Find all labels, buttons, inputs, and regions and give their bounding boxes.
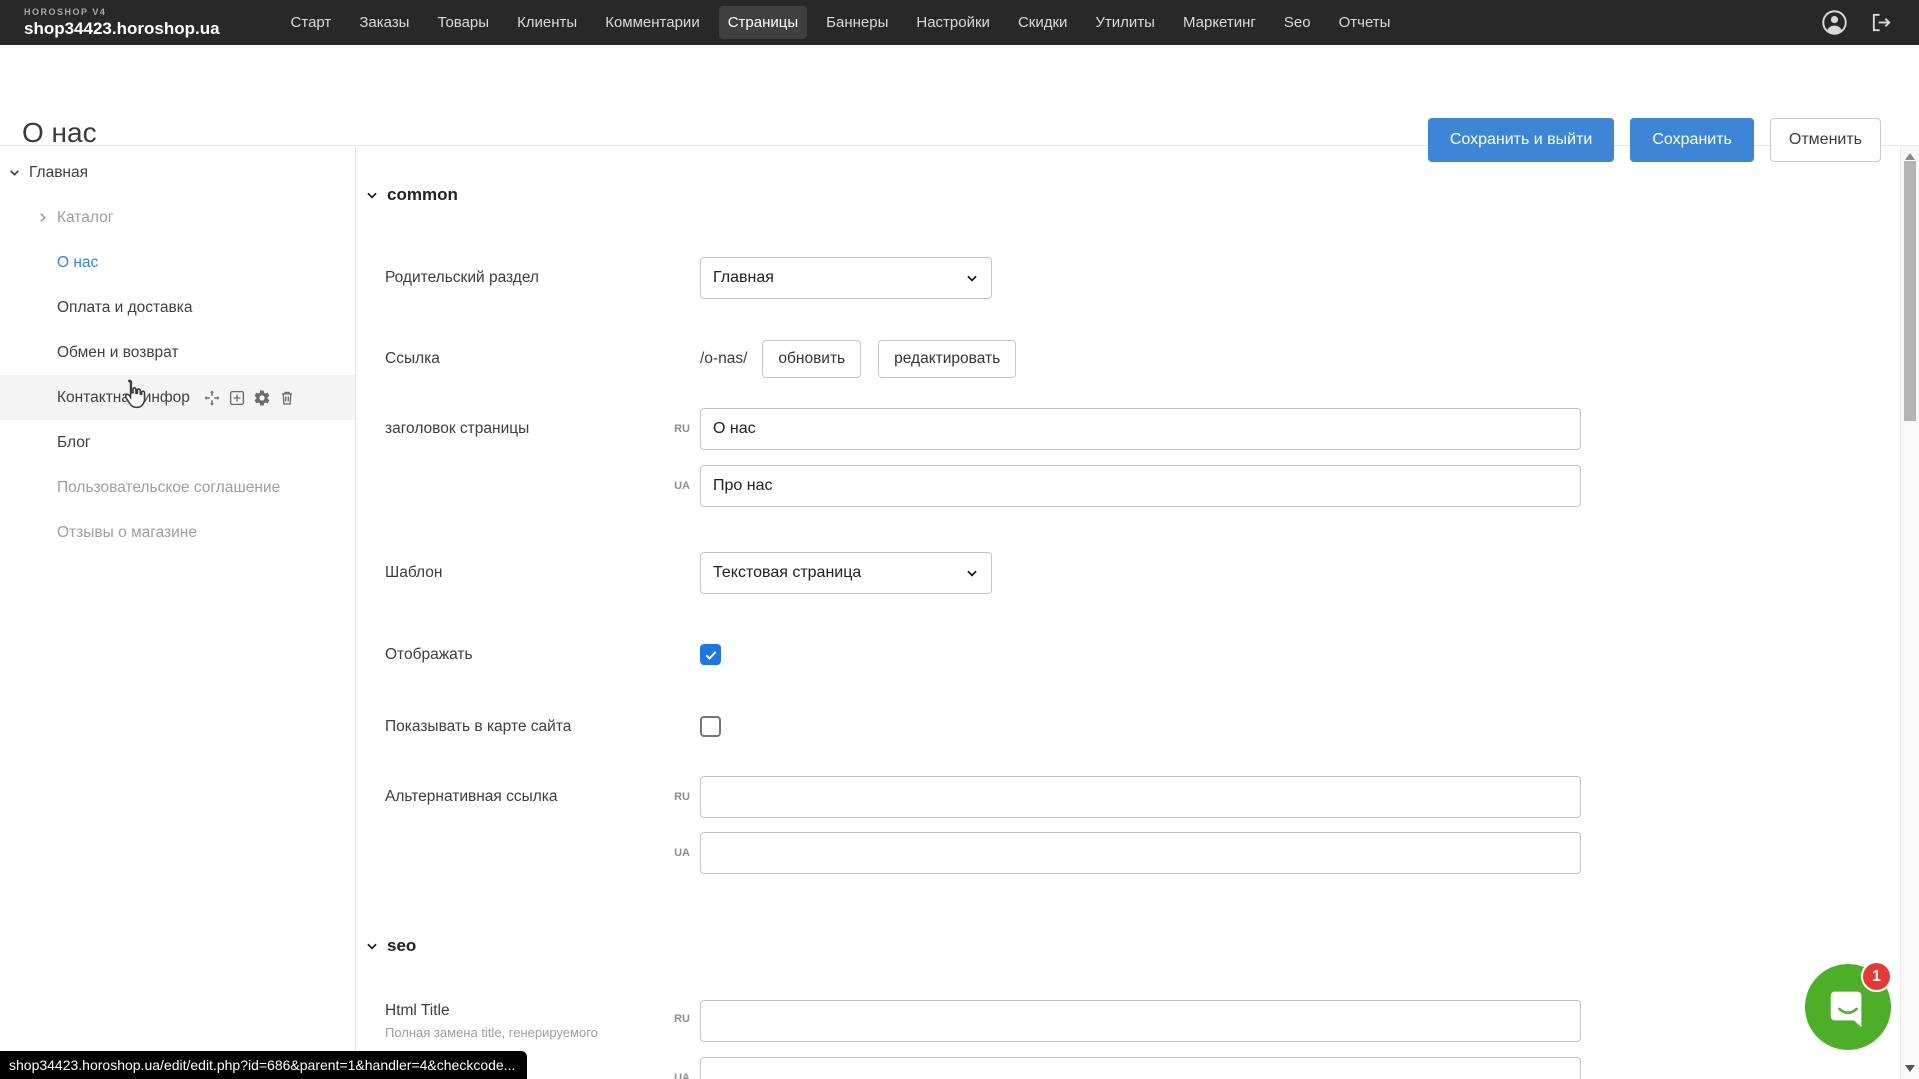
tree-item-label: Отзывы о магазине [57,524,197,542]
page-edit-form: common Родительский раздел Главная Ссылк… [357,147,1900,1079]
move-icon[interactable] [203,389,221,407]
page-header: О нас Сохранить и выйти Сохранить Отмени… [0,45,1919,146]
link-edit-button[interactable]: редактировать [878,340,1016,378]
lang-badge-ru: RU [647,791,700,803]
nav-discounts[interactable]: Скидки [1009,6,1076,39]
lang-badge-ua: UA [647,480,700,492]
display-checkbox[interactable] [700,644,721,665]
sitemap-label: Показывать в карте сайта [385,718,647,736]
sitemap-checkbox[interactable] [700,716,721,737]
scroll-down-arrow-icon[interactable] [1905,1065,1915,1072]
template-label: Шаблон [385,564,647,582]
tree-item-label: Обмен и возврат [57,344,179,362]
tree-item-label: Каталог [57,209,113,227]
settings-gear-icon[interactable] [253,389,271,407]
chevron-right-icon[interactable] [36,211,50,224]
alt-link-label: Альтернативная ссылка [385,788,647,806]
page-title-ua-input[interactable] [700,465,1581,507]
scroll-up-arrow-icon[interactable] [1905,153,1915,160]
template-value: Текстовая страница [713,564,965,582]
tree-item-label: Главная [29,164,88,182]
nav-seo[interactable]: Seo [1275,6,1320,39]
html-title-label: Html Title [385,1002,647,1020]
chevron-down-icon [965,566,979,580]
chat-unread-badge: 1 [1861,961,1892,992]
lang-badge-ua: UA [647,1072,700,1079]
nav-clients[interactable]: Клиенты [508,6,586,39]
tree-item-o-nas[interactable]: О нас [0,240,355,285]
html-title-ru-input[interactable] [700,1000,1581,1042]
app-logo[interactable]: HOROSHOP V4 shop34423.horoshop.ua [24,8,220,37]
tree-item-label: Контактная инфор [57,389,190,407]
page-title-ru-input[interactable] [700,408,1581,450]
top-navigation-bar: HOROSHOP V4 shop34423.horoshop.ua Старт … [0,0,1919,45]
tree-item-otzyvy[interactable]: Отзывы о магазине [0,510,355,555]
template-select[interactable]: Текстовая страница [700,552,992,594]
status-url-tooltip: shop34423.horoshop.ua/edit/edit.php?id=6… [0,1051,527,1079]
section-title: common [387,185,458,205]
html-title-ua-input[interactable] [700,1057,1581,1079]
chevron-down-icon [365,939,379,953]
tree-item-actions [203,389,296,407]
lang-badge-ua: UA [647,847,700,859]
nav-comments[interactable]: Комментарии [596,6,708,39]
section-common-header[interactable]: common [357,181,1900,209]
chevron-down-icon[interactable] [8,166,22,179]
tree-item-label-selected: О нас [57,254,98,272]
nav-pages[interactable]: Страницы [719,6,807,39]
nav-products[interactable]: Товары [428,6,498,39]
nav-marketing[interactable]: Маркетинг [1174,6,1265,39]
parent-section-value: Главная [713,269,965,287]
lang-badge-ru: RU [647,1000,700,1025]
tree-item-glavnaya[interactable]: Главная [0,150,355,195]
nav-settings[interactable]: Настройки [907,6,999,39]
nav-reports[interactable]: Отчеты [1330,6,1400,39]
add-page-icon[interactable] [228,389,246,407]
save-and-exit-button[interactable]: Сохранить и выйти [1428,118,1615,162]
chat-bubble-icon [1825,984,1871,1030]
link-refresh-button[interactable]: обновить [762,340,861,378]
save-button[interactable]: Сохранить [1630,118,1754,162]
logout-icon[interactable] [1870,11,1893,34]
nav-orders[interactable]: Заказы [350,6,418,39]
link-label: Ссылка [385,350,647,368]
logo-shop-domain: shop34423.horoshop.ua [24,20,220,37]
parent-section-select[interactable]: Главная [700,257,992,299]
tree-item-label: Пользовательское соглашение [57,479,280,497]
chevron-down-icon [365,188,379,202]
alt-link-ru-input[interactable] [700,776,1581,818]
section-title: seo [387,936,416,956]
nav-start[interactable]: Старт [282,6,341,39]
logo-version-text: HOROSHOP V4 [24,8,220,17]
parent-section-label: Родительский раздел [385,269,647,287]
scrollbar-thumb[interactable] [1904,161,1916,421]
tree-item-polzovatelskoe[interactable]: Пользовательское соглашение [0,465,355,510]
page-title: О нас [22,117,97,149]
lang-badge-ru: RU [647,423,700,435]
nav-utilities[interactable]: Утилиты [1086,6,1164,39]
nav-banners[interactable]: Баннеры [817,6,897,39]
tree-item-label: Оплата и доставка [57,299,193,317]
link-value: /o-nas/ [700,350,747,368]
tree-item-oplata[interactable]: Оплата и доставка [0,285,355,330]
tree-item-blog[interactable]: Блог [0,420,355,465]
cancel-button[interactable]: Отменить [1770,118,1881,162]
user-account-icon[interactable] [1821,9,1848,36]
alt-link-ua-input[interactable] [700,832,1581,874]
top-menu: Старт Заказы Товары Клиенты Комментарии … [282,6,1400,39]
chevron-down-icon [965,271,979,285]
delete-trash-icon[interactable] [278,389,296,407]
vertical-scrollbar[interactable] [1900,146,1919,1079]
tree-item-obmen[interactable]: Обмен и возврат [0,330,355,375]
tree-item-katalog[interactable]: Каталог [0,195,355,240]
pages-tree-sidebar: Главная Каталог О нас Оплата и доставка … [0,147,356,1079]
tree-item-kontaktnaya[interactable]: Контактная инфор [0,375,355,420]
section-seo-header[interactable]: seo [357,932,1900,960]
html-title-hint: Полная замена title, генерируемого [385,1025,647,1040]
tree-item-label: Блог [57,434,91,452]
display-label: Отображать [385,646,647,664]
page-title-field-label: заголовок страницы [385,420,647,438]
